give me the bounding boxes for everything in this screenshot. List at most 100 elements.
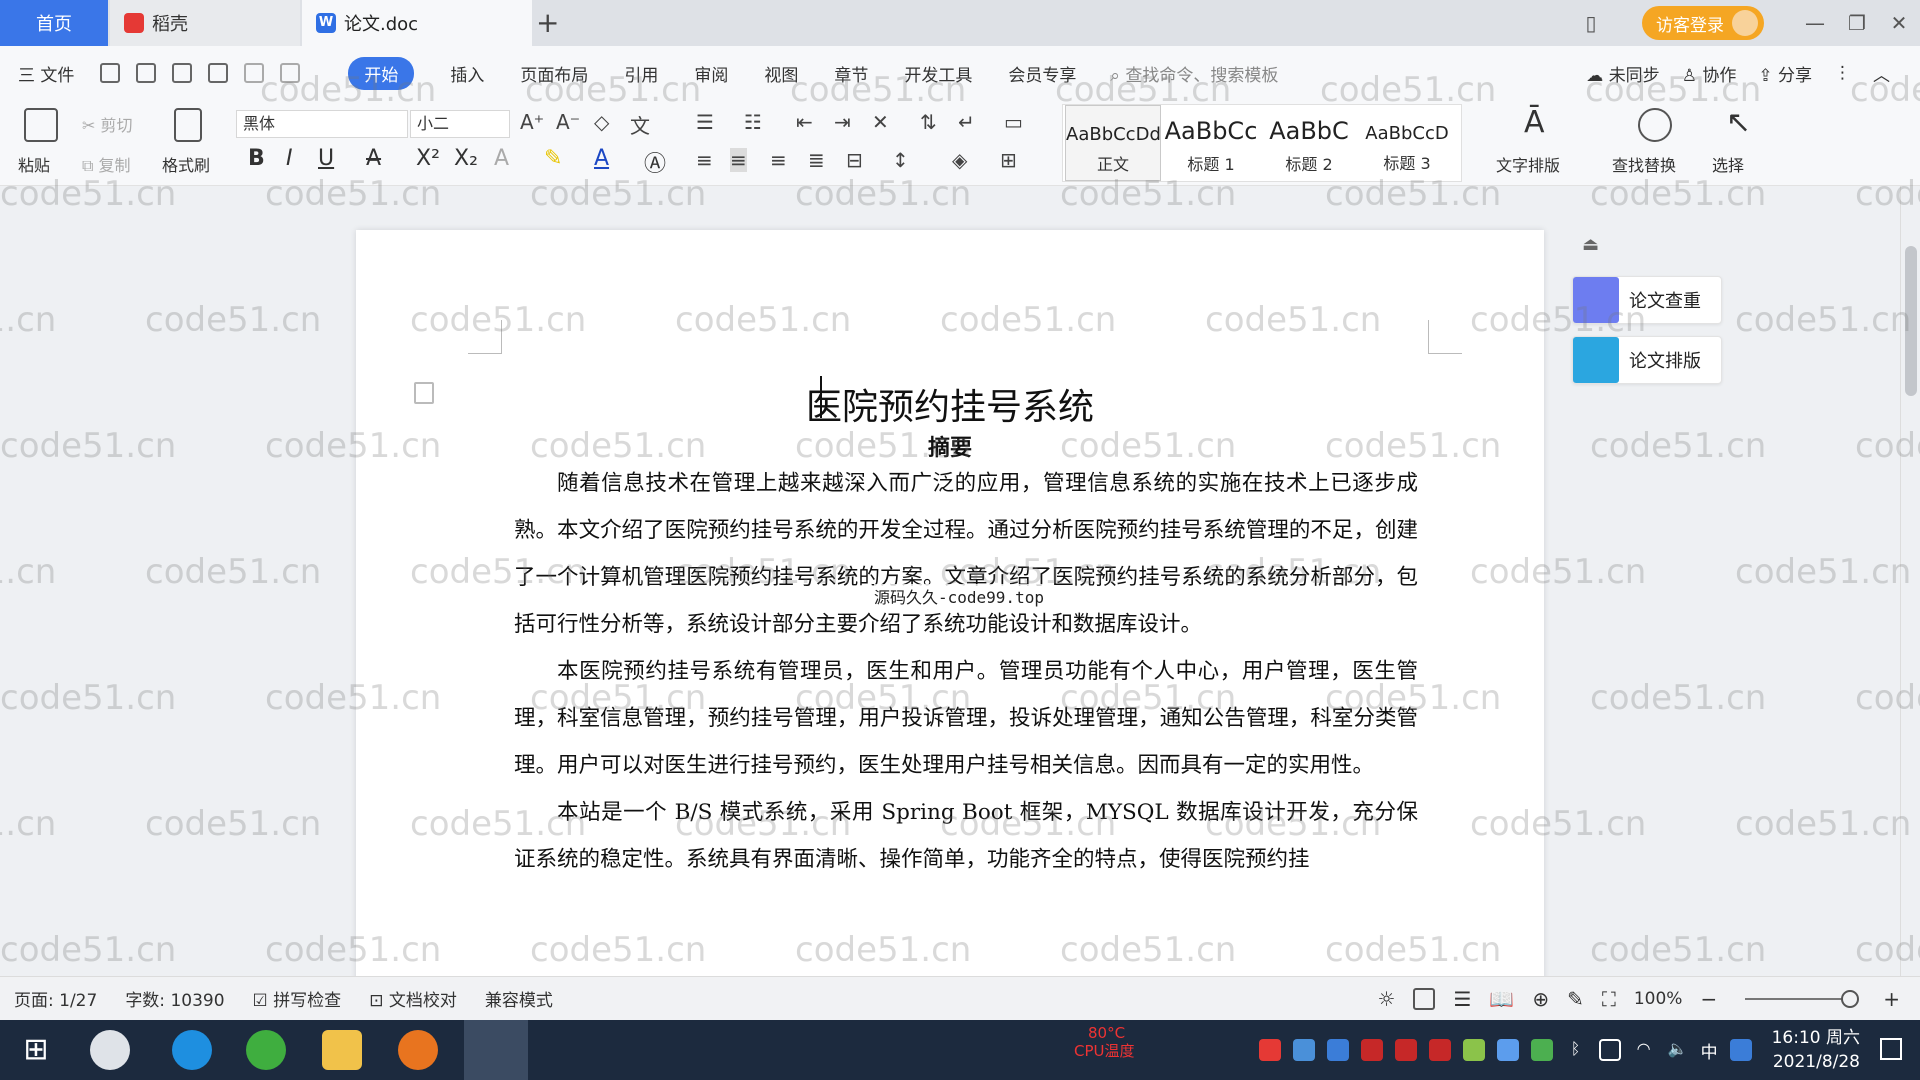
text-layout-button[interactable]: 文字排版 <box>1496 152 1560 176</box>
menu-layout[interactable]: 页面布局 <box>520 61 588 86</box>
document-page[interactable]: 医院预约挂号系统 摘要 随着信息技术在管理上越来越深入而广泛的应用，管理信息系统… <box>356 230 1544 976</box>
tab-document[interactable]: W 论文.doc <box>302 0 532 46</box>
format-painter-label[interactable]: 格式刷 <box>162 152 210 176</box>
preview-icon[interactable] <box>208 63 229 83</box>
page-indicator[interactable]: 页面: 1/27 <box>14 986 97 1011</box>
style-heading-3[interactable]: AaBbCcD 标题 3 <box>1359 105 1455 174</box>
justify-icon[interactable]: ≣ <box>808 148 825 172</box>
tab-stops-icon[interactable]: ▭ <box>1004 110 1023 134</box>
page-view-icon[interactable] <box>1413 988 1436 1010</box>
underline-icon[interactable]: U <box>318 146 334 171</box>
undo-icon[interactable] <box>244 63 265 83</box>
command-search[interactable]: ⌕ 查找命令、搜索模板 <box>1110 61 1278 86</box>
fit-page-icon[interactable]: ⛶ <box>1602 987 1616 1011</box>
highlight-icon[interactable]: ✎ <box>544 146 562 171</box>
paste-label[interactable]: 粘贴 <box>18 152 50 176</box>
collab-button[interactable]: ♙ 协作 <box>1682 61 1737 86</box>
char-border-icon[interactable]: Ⓐ <box>644 146 666 178</box>
text-layout-icon[interactable]: Ā <box>1524 106 1558 140</box>
chinese-layout-icon[interactable]: ✕ <box>872 110 889 134</box>
align-right-icon[interactable]: ≡ <box>770 148 787 172</box>
find-replace-icon[interactable] <box>1638 108 1672 142</box>
pinyin-icon[interactable]: 文 <box>630 110 650 139</box>
shading-icon[interactable]: ◈ <box>952 148 967 172</box>
guest-login-button[interactable]: 访客登录 <box>1642 6 1764 40</box>
style-normal[interactable]: AaBbCcDd 正文 <box>1065 105 1161 181</box>
menu-insert[interactable]: 插入 <box>450 61 484 86</box>
document-body[interactable]: 随着信息技术在管理上越来越深入而广泛的应用，管理信息系统的实施在技术上已逐步成熟… <box>514 460 1418 883</box>
file-menu[interactable]: 三 文件 <box>18 61 74 86</box>
copy-button[interactable]: ⧉ 复制 <box>82 152 131 176</box>
align-center-icon[interactable]: ≡ <box>730 148 747 172</box>
eye-protect-icon[interactable]: ☼ <box>1378 987 1396 1011</box>
windows-start-icon[interactable]: ⊞ <box>16 1030 56 1070</box>
increase-indent-icon[interactable]: ⇥ <box>834 110 851 134</box>
tray-app-icon[interactable] <box>1258 1039 1281 1061</box>
paragraph-2[interactable]: 本医院预约挂号系统有管理员，医生和用户。管理员功能有个人中心，用户管理，医生管理… <box>514 648 1418 789</box>
fan-app-icon[interactable] <box>90 1030 130 1070</box>
zoom-in-icon[interactable]: + <box>1883 987 1900 1011</box>
zoom-knob[interactable] <box>1841 990 1860 1008</box>
ime-indicator[interactable]: 中 <box>1701 1038 1718 1063</box>
align-left-icon[interactable]: ≡ <box>696 148 713 172</box>
borders-icon[interactable]: ⊞ <box>1000 148 1017 172</box>
line-spacing-icon[interactable]: ↕ <box>892 148 909 172</box>
export-icon[interactable] <box>136 63 157 83</box>
bullet-list-icon[interactable]: ☰ <box>696 110 714 134</box>
select-cursor-icon[interactable]: ↖ <box>1726 106 1760 140</box>
menu-review[interactable]: 审阅 <box>694 61 728 86</box>
close-button[interactable]: ✕ <box>1878 11 1920 35</box>
clock[interactable]: 16:10 周六 2021/8/28 <box>1772 1026 1860 1074</box>
share-button[interactable]: ⇪ 分享 <box>1758 61 1812 86</box>
font-size-select[interactable]: 小二 <box>410 110 510 138</box>
new-tab-button[interactable]: + <box>536 6 559 39</box>
read-view-icon[interactable]: 📖 <box>1489 987 1514 1011</box>
layout-icon[interactable]: ▯ <box>1570 11 1612 35</box>
strikethrough-icon[interactable]: A <box>366 146 381 171</box>
menu-view[interactable]: 视图 <box>764 61 798 86</box>
notification-icon[interactable] <box>1880 1038 1902 1060</box>
tray-qq3-icon[interactable] <box>1428 1039 1451 1061</box>
volume-icon[interactable]: 🔈 <box>1667 1039 1689 1061</box>
menu-member[interactable]: 会员专享 <box>1008 61 1076 86</box>
wps-taskbar-icon[interactable] <box>464 1020 528 1080</box>
outline-view-icon[interactable]: ☰ <box>1453 987 1471 1011</box>
style-heading-1[interactable]: AaBbCc 标题 1 <box>1163 105 1259 175</box>
proofread-button[interactable]: ⊡ 文档校对 <box>369 986 457 1011</box>
restore-button[interactable]: ❐ <box>1836 11 1878 35</box>
menu-start[interactable]: 开始 <box>348 56 415 90</box>
tray-shield-icon[interactable] <box>1326 1039 1349 1061</box>
paper-layout-button[interactable]: 论文排版 <box>1572 336 1722 384</box>
zoom-slider[interactable] <box>1745 990 1860 1008</box>
spell-check-button[interactable]: ☑ 拼写检查 <box>253 986 342 1011</box>
panel-collapse-icon[interactable]: ⏏ <box>1582 234 1599 255</box>
ie-browser-icon[interactable] <box>172 1030 212 1070</box>
collapse-ribbon-icon[interactable]: ︿ <box>1873 61 1890 86</box>
word-count[interactable]: 字数: 10390 <box>125 986 224 1011</box>
battery-icon[interactable] <box>1598 1039 1621 1061</box>
paragraph-3[interactable]: 本站是一个 B/S 模式系统，采用 Spring Boot 框架，MYSQL 数… <box>514 789 1418 883</box>
tray-network-icon[interactable] <box>1292 1039 1315 1061</box>
text-effect-icon[interactable]: A <box>494 146 509 171</box>
tray-qq2-icon[interactable] <box>1394 1039 1417 1061</box>
bluetooth-icon[interactable]: ᛒ <box>1565 1039 1587 1061</box>
wifi-icon[interactable]: ◠ <box>1633 1039 1655 1061</box>
font-name-select[interactable]: 黑体 <box>236 110 408 138</box>
distribute-icon[interactable]: ⊟ <box>846 148 863 172</box>
select-button[interactable]: 选择 <box>1712 152 1744 176</box>
vertical-scrollbar[interactable] <box>1900 186 1920 976</box>
paste-icon[interactable] <box>24 108 58 142</box>
document-title[interactable]: 医院预约挂号系统 <box>356 378 1544 430</box>
zoom-out-icon[interactable]: − <box>1700 987 1717 1011</box>
show-marks-icon[interactable]: ↵ <box>958 110 975 134</box>
italic-icon[interactable]: I <box>286 146 293 171</box>
tray-gpu-icon[interactable] <box>1530 1039 1553 1061</box>
numbered-list-icon[interactable]: ☷ <box>744 110 762 134</box>
save-icon[interactable] <box>100 63 121 83</box>
paragraph-1[interactable]: 随着信息技术在管理上越来越深入而广泛的应用，管理信息系统的实施在技术上已逐步成熟… <box>514 460 1418 648</box>
tab-home[interactable]: 首页 <box>0 0 108 46</box>
menu-chapter[interactable]: 章节 <box>834 61 868 86</box>
scroll-thumb[interactable] <box>1905 246 1917 396</box>
style-heading-2[interactable]: AaBbC 标题 2 <box>1261 105 1357 175</box>
print-icon[interactable] <box>172 63 193 83</box>
